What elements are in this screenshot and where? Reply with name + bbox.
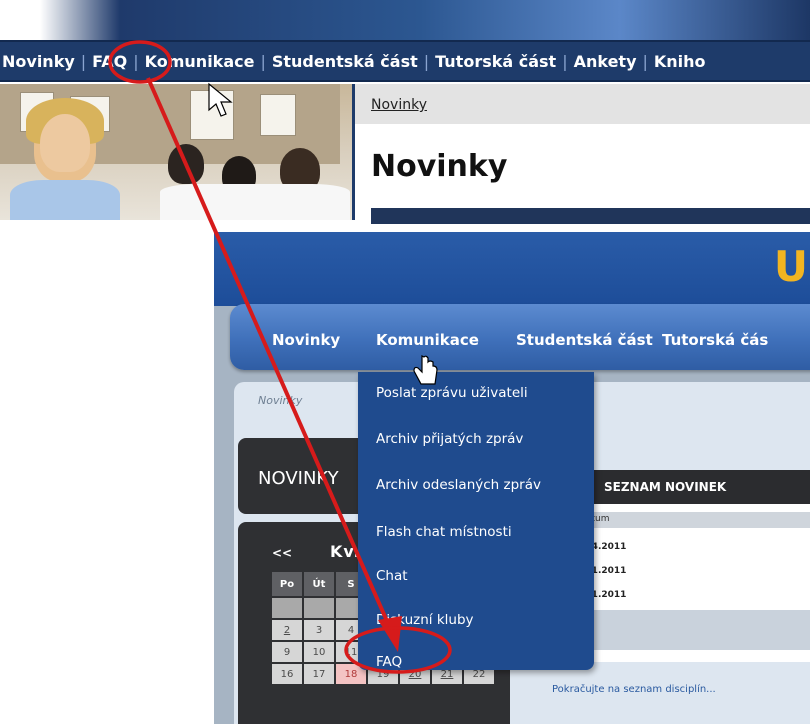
new-main-nav: Novinky Komunikace Studentská část Tutor… bbox=[230, 304, 810, 370]
page-title: Novinky bbox=[371, 149, 508, 184]
menu-item-chat[interactable]: Chat bbox=[376, 568, 408, 584]
old-nav-novinky[interactable]: Novinky bbox=[0, 52, 81, 71]
teacher-face bbox=[40, 114, 90, 172]
calendar-day[interactable]: 3 bbox=[304, 620, 334, 640]
student-shirts bbox=[160, 184, 350, 220]
news-footer-bar bbox=[556, 610, 810, 650]
new-header bbox=[214, 232, 810, 306]
calendar-day bbox=[272, 598, 302, 618]
continue-link[interactable]: Pokračujte na seznam disciplín... bbox=[552, 684, 716, 695]
student-head bbox=[168, 144, 204, 184]
menu-item-sent-archive[interactable]: Archiv odeslaných zpráv bbox=[376, 477, 541, 493]
content-header-bar bbox=[371, 208, 810, 224]
new-ui-screenshot: U Novinky Komunikace Studentská část Tut… bbox=[214, 232, 810, 724]
new-nav-novinky[interactable]: Novinky bbox=[272, 331, 340, 349]
breadcrumb-link[interactable]: Novinky bbox=[258, 394, 302, 407]
calendar-day[interactable]: 17 bbox=[304, 664, 334, 684]
section-title: NOVINKY bbox=[258, 468, 339, 489]
site-logo: U bbox=[773, 242, 808, 291]
old-nav-komunikace[interactable]: Komunikace bbox=[139, 52, 261, 71]
menu-item-received-archive[interactable]: Archiv přijatých zpráv bbox=[376, 431, 523, 447]
calendar-day[interactable]: 2 bbox=[272, 620, 302, 640]
komunikace-dropdown-menu: Poslat zprávu uživateli Archiv přijatých… bbox=[358, 372, 594, 670]
menu-item-faq[interactable]: FAQ bbox=[376, 654, 402, 670]
menu-item-flash-chat[interactable]: Flash chat místnosti bbox=[376, 524, 512, 540]
calendar-day bbox=[304, 598, 334, 618]
old-nav-knihovna[interactable]: Kniho bbox=[648, 52, 712, 71]
pinned-paper bbox=[260, 94, 296, 136]
old-nav-tutorska-cast[interactable]: Tutorská část bbox=[429, 52, 562, 71]
calendar-prev-button[interactable]: << bbox=[272, 546, 292, 560]
menu-item-discussion-clubs[interactable]: Diskuzní kluby bbox=[376, 612, 474, 628]
new-nav-studentska-cast[interactable]: Studentská část bbox=[516, 331, 653, 349]
calendar-day[interactable]: 10 bbox=[304, 642, 334, 662]
new-nav-komunikace[interactable]: Komunikace bbox=[376, 331, 479, 349]
calendar-day[interactable]: 16 bbox=[272, 664, 302, 684]
classroom-photo bbox=[0, 84, 352, 220]
old-content-area: Novinky Novinky bbox=[355, 84, 810, 224]
teacher-shirt bbox=[10, 180, 120, 220]
old-main-nav: Novinky | FAQ | Komunikace | Studentská čás… bbox=[0, 40, 810, 82]
pinned-paper bbox=[190, 90, 234, 140]
old-nav-studentska-cast[interactable]: Studentská část bbox=[266, 52, 424, 71]
old-window-header bbox=[0, 0, 810, 40]
news-list-title: SEZNAM NOVINEK bbox=[604, 480, 727, 494]
new-nav-tutorska-cast[interactable]: Tutorská čás bbox=[662, 331, 768, 349]
breadcrumb-link[interactable]: Novinky bbox=[371, 97, 427, 113]
calendar-day[interactable]: 9 bbox=[272, 642, 302, 662]
menu-item-send-message[interactable]: Poslat zprávu uživateli bbox=[376, 385, 528, 401]
old-nav-ankety[interactable]: Ankety bbox=[568, 52, 643, 71]
old-nav-faq[interactable]: FAQ bbox=[86, 52, 133, 71]
weekday-header: Po bbox=[272, 572, 302, 596]
weekday-header: Út bbox=[304, 572, 334, 596]
